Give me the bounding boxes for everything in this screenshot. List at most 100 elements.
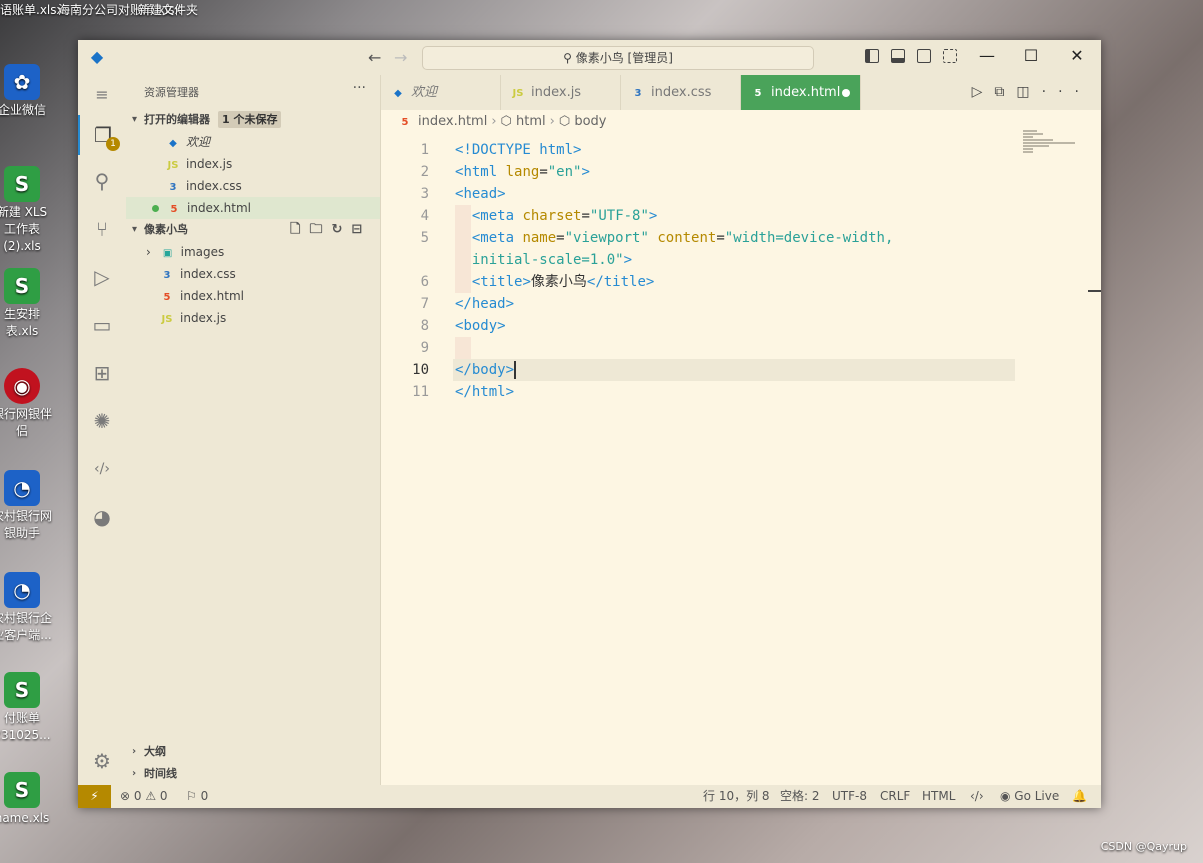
code-line[interactable]: 4 <meta charset="UTF-8"> bbox=[381, 205, 1093, 227]
code-line[interactable]: initial-scale=1.0"> bbox=[381, 249, 1093, 271]
scrollbar[interactable] bbox=[1088, 290, 1101, 292]
openai-icon[interactable]: ✺ bbox=[78, 401, 126, 441]
more-actions-icon[interactable]: ··· bbox=[353, 80, 366, 96]
open-editor-item[interactable]: ◆ 欢迎 bbox=[126, 131, 380, 153]
extensions-icon[interactable]: ⊞ bbox=[78, 353, 126, 393]
breadcrumb-body[interactable]: body bbox=[574, 114, 606, 129]
code-line[interactable]: 11 </html> bbox=[381, 381, 1093, 403]
element-icon: ⬡ bbox=[500, 114, 516, 129]
tab-index-html[interactable]: 5 index.html bbox=[741, 75, 861, 110]
remote-explorer-icon[interactable]: ▭ bbox=[78, 305, 126, 345]
customize-layout-icon[interactable] bbox=[943, 49, 957, 63]
file-item[interactable]: JS index.js bbox=[126, 307, 380, 329]
tab-index-js[interactable]: JS index.js bbox=[501, 75, 621, 110]
desktop-icon[interactable]: S付账单231025... bbox=[0, 672, 52, 744]
workspace-header[interactable]: ▾ 像素小鸟 🗋🗀↻⊟ bbox=[126, 219, 380, 241]
live-share-status-icon[interactable]: ‹/› bbox=[970, 785, 984, 808]
chevron-right-icon: › bbox=[132, 768, 137, 779]
desktop-icon[interactable]: ◔农村银行网银助手 bbox=[0, 470, 52, 542]
open-editors-header[interactable]: ▾ 打开的编辑器 1 个未保存 bbox=[126, 109, 380, 131]
workspace-actions-icon[interactable]: 🗋🗀↻⊟ bbox=[290, 219, 371, 241]
desktop-app-icon: ◉ bbox=[4, 368, 40, 404]
code-line[interactable]: 6 <title>像素小鸟</title> bbox=[381, 271, 1093, 293]
file-item[interactable]: 5 index.html bbox=[126, 285, 380, 307]
tab-index-css[interactable]: 3 index.css bbox=[621, 75, 741, 110]
menu-icon[interactable]: ≡ bbox=[78, 75, 126, 115]
desktop-top-item-1[interactable]: 语账单.xlsx bbox=[0, 0, 64, 40]
breadcrumb-html[interactable]: html bbox=[516, 114, 546, 129]
folder-item[interactable]: › ▣ images bbox=[126, 241, 380, 263]
desktop-icon[interactable]: S 生安排表.xls bbox=[0, 268, 52, 340]
outline-section[interactable]: › 大纲 bbox=[126, 741, 380, 763]
language-mode[interactable]: HTML bbox=[922, 785, 955, 808]
open-editor-item[interactable]: 5 index.html bbox=[126, 197, 380, 219]
css-file-icon: 3 bbox=[163, 270, 171, 281]
code-editor[interactable]: 1 <!DOCTYPE html> 2 <html lang="en"> 3 <head>… bbox=[381, 133, 1101, 785]
code-text: </head> bbox=[455, 296, 515, 312]
search-icon[interactable]: ⚲ bbox=[78, 161, 126, 201]
js-file-icon: JS bbox=[161, 314, 173, 325]
desktop-icon[interactable]: S 新建 XLS 工作表 (2).xls bbox=[0, 166, 52, 255]
desktop-icon[interactable]: ◔农村银行企业客户端... bbox=[0, 572, 52, 644]
remote-indicator-icon[interactable]: ⚡ bbox=[78, 785, 111, 808]
file-item[interactable]: 3 index.css bbox=[126, 263, 380, 285]
desktop-top-item-3[interactable]: 新建文件夹 bbox=[138, 0, 198, 40]
line-number: 3 bbox=[420, 186, 429, 202]
toggle-secondary-sidebar-icon[interactable] bbox=[917, 49, 931, 63]
code-line[interactable]: 2 <html lang="en"> bbox=[381, 161, 1093, 183]
line-number: 5 bbox=[420, 230, 429, 246]
line-endings[interactable]: CRLF bbox=[880, 785, 910, 808]
code-line[interactable]: 8 <body> bbox=[381, 315, 1093, 337]
run-debug-icon[interactable]: ▷ bbox=[78, 257, 126, 297]
unsaved-dot-icon bbox=[152, 205, 159, 212]
explorer-icon[interactable]: ❐ 1 bbox=[78, 115, 126, 155]
command-center[interactable]: ⚲ 像素小鸟 [管理员] bbox=[422, 46, 814, 70]
desktop-icon[interactable]: ◉银行网银伴侣 bbox=[0, 368, 52, 440]
explorer-title: 资源管理器 bbox=[144, 86, 199, 99]
go-live-button[interactable]: ◉ Go Live bbox=[1000, 785, 1059, 808]
maximize-button[interactable]: ☐ bbox=[1013, 46, 1049, 65]
back-arrow-icon[interactable]: ← bbox=[368, 48, 381, 67]
notifications-bell-icon[interactable]: 🔔 bbox=[1072, 785, 1087, 808]
code-line[interactable]: 5 <meta name="viewport" content="width=d… bbox=[381, 227, 1093, 249]
ports-indicator[interactable]: ⚐ 0 bbox=[186, 785, 208, 808]
chevron-down-icon: ▾ bbox=[132, 114, 138, 125]
toggle-sidebar-icon[interactable] bbox=[865, 49, 879, 63]
tab-label: index.css bbox=[651, 85, 712, 100]
code-line[interactable]: 10 </body> bbox=[381, 359, 1093, 381]
unsaved-dot-icon[interactable] bbox=[842, 89, 850, 97]
desktop-icon-label: 银行网银伴侣 bbox=[0, 407, 53, 438]
open-editor-item[interactable]: JS index.js bbox=[126, 153, 380, 175]
live-share-icon[interactable]: ‹/› bbox=[78, 449, 126, 489]
code-line[interactable]: 1 <!DOCTYPE html> bbox=[381, 139, 1093, 161]
forward-arrow-icon[interactable]: → bbox=[394, 48, 407, 67]
encoding[interactable]: UTF-8 bbox=[832, 785, 867, 808]
indentation[interactable]: 空格: 2 bbox=[780, 785, 820, 808]
unsaved-badge: 1 个未保存 bbox=[218, 111, 282, 128]
cursor-position[interactable]: 行 10，列 8 bbox=[703, 785, 770, 808]
tab--[interactable]: ◆ 欢迎 bbox=[381, 75, 501, 110]
breadcrumb-file[interactable]: index.html bbox=[418, 114, 487, 129]
code-line[interactable]: 9 bbox=[381, 337, 1093, 359]
source-control-icon[interactable]: ⑂ bbox=[78, 209, 126, 249]
problems-indicator[interactable]: ⊗ 0 ⚠ 0 bbox=[120, 785, 168, 808]
desktop-icon[interactable]: ✿ 企业微信 bbox=[0, 64, 52, 119]
github-icon[interactable]: ◕ bbox=[78, 497, 126, 537]
minimize-button[interactable]: — bbox=[969, 46, 1005, 65]
chevron-down-icon: ▾ bbox=[132, 224, 138, 235]
editor-actions-icon[interactable]: ▷⧉◫··· bbox=[972, 75, 1091, 110]
minimap[interactable] bbox=[1023, 130, 1083, 160]
line-number: 1 bbox=[420, 142, 429, 158]
code-text: </html> bbox=[455, 384, 515, 400]
settings-gear-icon[interactable]: ⚙ bbox=[78, 741, 126, 781]
close-button[interactable]: ✕ bbox=[1059, 46, 1095, 65]
desktop-icon[interactable]: Sname.xls bbox=[0, 772, 52, 827]
code-line[interactable]: 7 </head> bbox=[381, 293, 1093, 315]
toggle-panel-icon[interactable] bbox=[891, 49, 905, 63]
open-editor-item[interactable]: 3 index.css bbox=[126, 175, 380, 197]
activity-bar: ≡ ❐ 1 ⚲ ⑂ ▷ ▭ ⊞ ✺ ‹/› ◕ ⚙ bbox=[78, 75, 126, 785]
code-line[interactable]: 3 <head> bbox=[381, 183, 1093, 205]
breadcrumb: 5 index.html › ⬡ html › ⬡ body bbox=[398, 111, 607, 133]
code-text: initial-scale=1.0"> bbox=[471, 252, 633, 268]
timeline-section[interactable]: › 时间线 bbox=[126, 763, 380, 785]
